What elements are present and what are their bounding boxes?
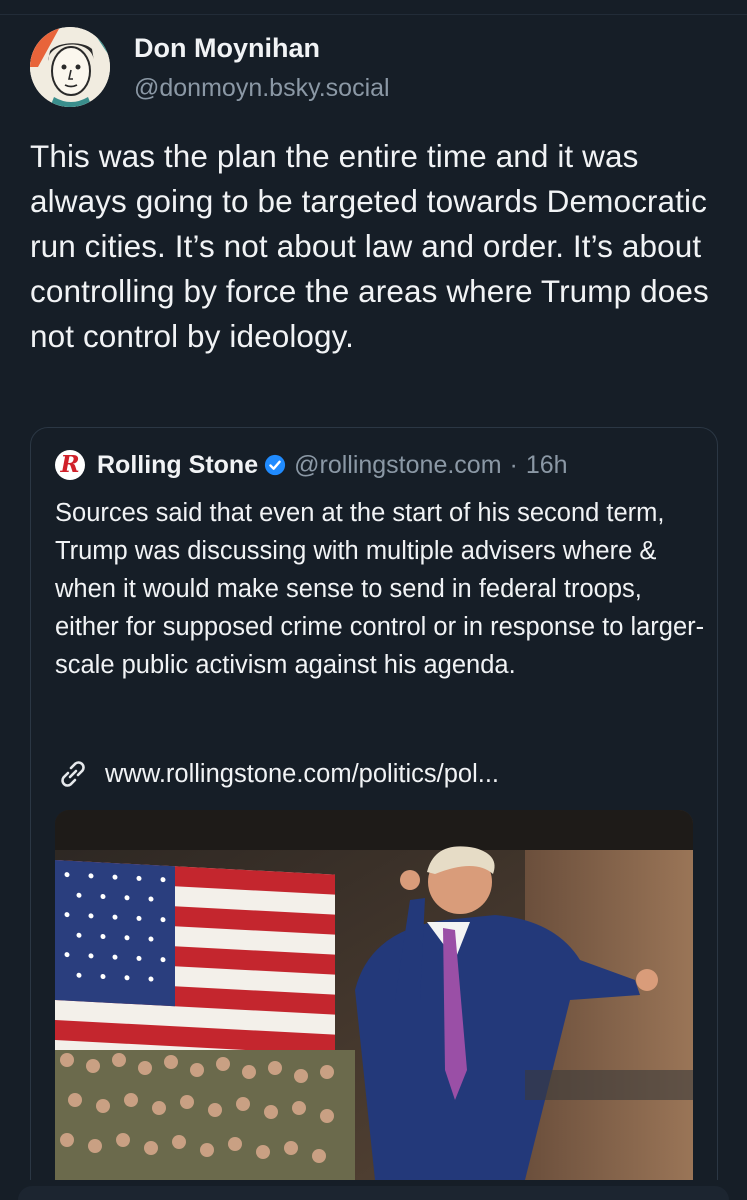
meta-separator: · [509,450,518,479]
top-divider [0,14,747,15]
post-thread-view: Don Moynihan @donmoyn.bsky.social This w… [0,0,747,1200]
quoted-post-header: R Rolling Stone @rollingstone.com · 16h [55,450,568,480]
preview-photo-illustration [55,810,693,1180]
cartoon-face-avatar-icon [30,27,110,107]
quoted-post-time: 16h [525,450,568,479]
link-preview-image[interactable] [55,810,693,1180]
quoted-link-row[interactable]: www.rollingstone.com/politics/pol... [55,756,499,792]
verified-badge-icon [265,454,286,476]
quoted-post-card[interactable]: R Rolling Stone @rollingstone.com · 16h … [30,427,718,1200]
quoted-author-handle[interactable]: @rollingstone.com [294,451,501,480]
author-handle[interactable]: @donmoyn.bsky.social [134,71,390,105]
rolling-stone-logo-icon: R [55,450,85,480]
author-display-name[interactable]: Don Moynihan [134,31,390,65]
quoted-post-text: Sources said that even at the start of h… [55,499,705,679]
link-icon [61,761,85,787]
post-body-text: This was the plan the entire time and it… [30,138,709,354]
bottom-panel-edge [18,1186,729,1200]
author-avatar[interactable] [30,27,110,107]
post-author-row[interactable]: Don Moynihan @donmoyn.bsky.social [30,27,390,107]
quoted-link-url[interactable]: www.rollingstone.com/politics/pol... [105,760,499,789]
quoted-author-name[interactable]: Rolling Stone [97,451,258,480]
seated-troops [55,1050,355,1180]
